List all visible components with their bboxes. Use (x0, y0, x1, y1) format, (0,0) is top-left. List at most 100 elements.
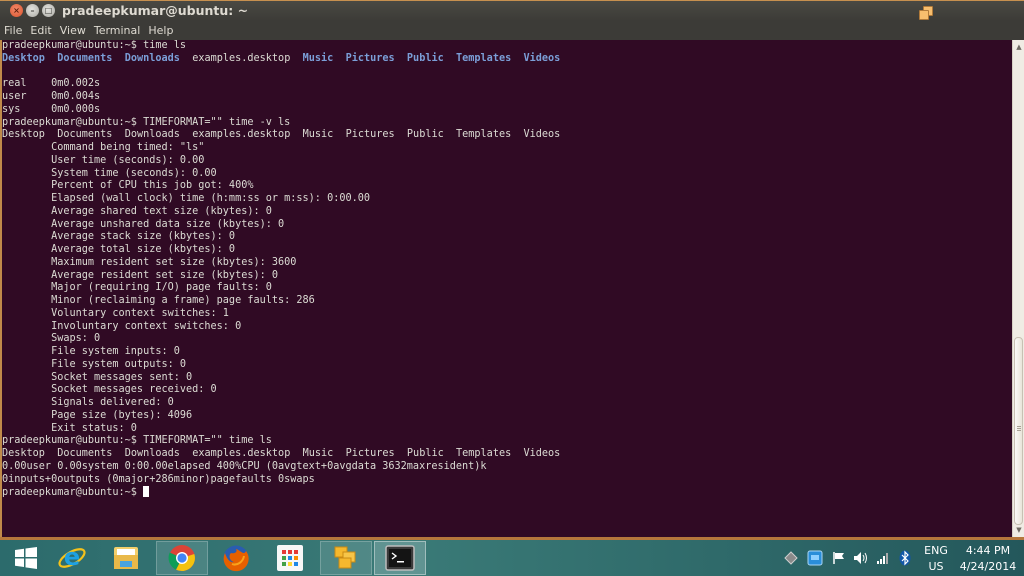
region-code: US (928, 560, 944, 573)
clock-date: 4/24/2014 (959, 560, 1017, 573)
command-text: TIMEFORMAT="" time ls (143, 435, 272, 447)
vmware-icon (334, 546, 356, 569)
tray-diamond-icon[interactable] (783, 550, 799, 566)
directory-entry: Videos (523, 52, 561, 64)
system-clock[interactable]: 4:44 PM 4/24/2014 (956, 543, 1020, 575)
directory-entry: Documents (57, 129, 113, 141)
shell-prompt: pradeepkumar@ubuntu:~$ (2, 487, 144, 499)
language-indicator[interactable]: ENG US (918, 543, 954, 575)
terminal-line: pradeepkumar@ubuntu:~$ TIMEFORMAT="" tim… (2, 117, 1012, 130)
directory-entry: Documents (57, 448, 113, 459)
terminal-line: Major (requiring I/O) page faults: 0 (2, 282, 272, 294)
terminal-line: Average unshared data size (kbytes): 0 (2, 218, 285, 230)
directory-entry: Public (406, 129, 444, 141)
directory-entry: Videos (523, 448, 561, 459)
workspace-switcher-icon[interactable] (918, 5, 934, 21)
folder-icon (114, 547, 138, 569)
directory-entry: Desktop (2, 52, 45, 64)
app-launcher-icon (277, 545, 303, 571)
tray-bluetooth-icon[interactable] (897, 550, 913, 566)
taskbar-start-button[interactable] (0, 541, 52, 575)
taskbar-chrome-apps[interactable] (264, 541, 316, 575)
taskbar-internet-explorer[interactable]: e (46, 541, 98, 575)
terminal-line: Socket messages received: 0 (2, 384, 217, 396)
chrome-icon (168, 545, 195, 572)
tray-action-center-flag-icon[interactable] (831, 550, 847, 566)
terminal-line: File system inputs: 0 (2, 346, 180, 357)
menu-terminal[interactable]: Terminal (94, 24, 141, 37)
terminal-line: Involuntary context switches: 0 (2, 320, 242, 332)
svg-text:e: e (64, 543, 80, 571)
terminal-line: Socket messages sent: 0 (2, 371, 193, 383)
terminal-icon (385, 545, 415, 571)
scrollbar-thumb[interactable] (1014, 337, 1023, 525)
directory-entry: Downloads (124, 52, 180, 64)
maximize-button[interactable]: □ (42, 4, 55, 17)
scroll-up-arrow-icon[interactable]: ▲ (1015, 42, 1023, 52)
terminal-line: real 0m0.002s (2, 78, 101, 90)
terminal-output[interactable]: pradeepkumar@ubuntu:~$ time ls Desktop Do… (2, 40, 1012, 537)
file-entry: examples.desktop (192, 52, 291, 64)
directory-entry: Downloads (124, 448, 180, 459)
terminal-window: × – □ pradeepkumar@ubuntu: ~ File Edit V… (0, 0, 1024, 540)
file-entry: examples.desktop (192, 448, 291, 459)
text-cursor (143, 486, 150, 498)
terminal-line: Maximum resident set size (kbytes): 3600 (2, 256, 297, 268)
taskbar-chrome[interactable] (156, 541, 208, 575)
directory-entry: Pictures (345, 52, 395, 64)
terminal-line: Desktop Documents Downloads examples.des… (2, 53, 1012, 66)
terminal-line: Average total size (kbytes): 0 (2, 244, 236, 255)
directory-entry: Pictures (345, 448, 395, 459)
directory-entry: Downloads (124, 129, 180, 141)
command-text: TIMEFORMAT="" time -v ls (143, 116, 291, 128)
directory-entry: Templates (456, 129, 512, 141)
taskbar-file-explorer[interactable] (100, 541, 152, 575)
scroll-down-arrow-icon[interactable]: ▼ (1015, 525, 1023, 535)
directory-entry: Public (406, 448, 444, 459)
terminal-line: Voluntary context switches: 1 (2, 307, 229, 319)
directory-entry: Desktop (2, 129, 45, 141)
terminal-line: Elapsed (wall clock) time (h:mm:ss or m:… (2, 193, 371, 204)
terminal-line: Percent of CPU this job got: 400% (2, 180, 254, 192)
tray-volume-icon[interactable] (853, 550, 869, 566)
taskbar-vmware[interactable] (320, 541, 372, 575)
menu-view[interactable]: View (60, 24, 86, 37)
title-bar[interactable]: × – □ pradeepkumar@ubuntu: ~ (0, 0, 1024, 21)
maximize-icon: □ (44, 5, 53, 15)
shell-prompt: pradeepkumar@ubuntu:~$ (2, 435, 144, 447)
directory-entry: Documents (57, 52, 113, 64)
terminal-line: 0inputs+0outputs (0major+286minor)pagefa… (2, 473, 315, 485)
shell-prompt: pradeepkumar@ubuntu:~$ (2, 116, 144, 128)
directory-entry: Music (302, 448, 334, 459)
terminal-line: sys 0m0.000s (2, 103, 101, 115)
vertical-scrollbar[interactable]: ▲ ▼ (1012, 40, 1024, 537)
window-title: pradeepkumar@ubuntu: ~ (62, 3, 249, 18)
terminal-line: Average stack size (kbytes): 0 (2, 231, 236, 243)
menu-edit[interactable]: Edit (30, 24, 51, 37)
shell-prompt: pradeepkumar@ubuntu:~$ (2, 40, 144, 51)
close-button[interactable]: × (10, 4, 23, 17)
terminal-line: pradeepkumar@ubuntu:~$ time ls (2, 40, 1012, 53)
terminal-line: File system outputs: 0 (2, 358, 187, 370)
terminal-line: user 0m0.004s (2, 91, 101, 102)
terminal-line: Minor (reclaiming a frame) page faults: … (2, 295, 315, 306)
terminal-line: System time (seconds): 0.00 (2, 167, 217, 179)
clock-time: 4:44 PM (965, 544, 1011, 557)
terminal-line: Desktop Documents Downloads examples.des… (2, 448, 1012, 461)
directory-entry: Pictures (345, 129, 395, 141)
menu-file[interactable]: File (4, 24, 22, 37)
grip-icon (1017, 426, 1021, 432)
taskbar-terminal[interactable] (374, 541, 426, 575)
menu-help[interactable]: Help (148, 24, 173, 37)
language-code: ENG (924, 544, 948, 557)
tray-intel-graphics-icon[interactable] (807, 550, 823, 566)
minimize-button[interactable]: – (26, 4, 39, 17)
terminal-line: Desktop Documents Downloads examples.des… (2, 129, 1012, 142)
directory-entry: Templates (456, 448, 512, 459)
tray-network-signal-icon[interactable] (875, 550, 891, 566)
terminal-line: User time (seconds): 0.00 (2, 154, 205, 166)
firefox-icon (223, 545, 249, 572)
taskbar-firefox[interactable] (210, 541, 262, 575)
terminal-line: Average shared text size (kbytes): 0 (2, 205, 272, 217)
directory-entry: Templates (456, 52, 512, 64)
